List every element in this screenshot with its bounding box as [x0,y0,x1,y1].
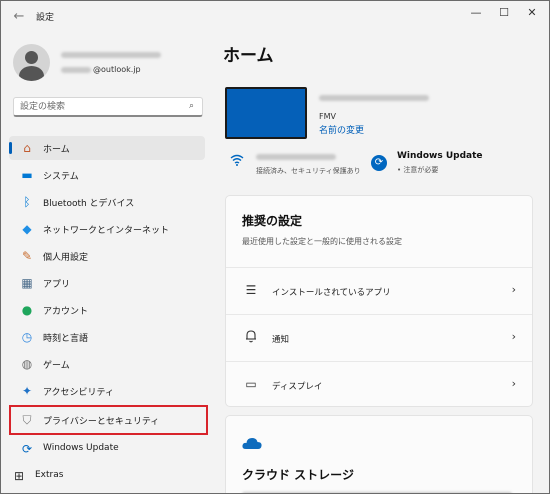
recommended-title: 推奨の設定 [242,214,303,228]
windows-update-title[interactable]: Windows Update [397,151,483,161]
row-installed-apps[interactable]: ☰ インストールされているアプリ › [226,267,532,314]
wifi-icon [230,154,244,169]
sidebar-item-home[interactable]: ⌂ ホーム [9,136,205,160]
back-arrow-icon[interactable]: ← [11,9,27,25]
sidebar-item-label: ゲーム [43,361,70,371]
sidebar-item-label: Bluetooth とデバイス [43,199,135,209]
selection-indicator [9,142,12,154]
account-email: @outlook.jp [93,65,141,74]
cloud-storage-title: クラウド ストレージ [242,468,354,482]
row-notifications[interactable]: 通知 › [226,314,532,361]
chevron-right-icon: › [511,283,516,296]
sidebar-item-windows-update[interactable]: ⟳ Windows Update [9,437,205,461]
network-name-redacted [256,154,336,160]
row-label: 通知 [272,335,290,345]
home-icon: ⌂ [23,141,31,155]
account-name-redacted [61,52,161,58]
chevron-right-icon: › [511,330,516,343]
sidebar-item-label: ホーム [43,145,70,155]
recommended-subtitle: 最近使用した設定と一般的に使用される設定 [242,237,402,246]
sidebar-item-label: ネットワークとインターネット [43,226,170,236]
sidebar-item-system[interactable]: ▬ システム [9,163,205,187]
search-icon[interactable]: ⌕ [189,101,194,111]
highlight-box [9,405,208,435]
gamepad-icon: ◍ [21,357,33,371]
cloud-storage-card: クラウド ストレージ [225,415,533,493]
sidebar-item-extras[interactable]: ⊞ Extras [1,464,197,488]
clock-globe-icon: ◷ [21,330,33,344]
accessibility-icon: ✦ [21,384,33,398]
rename-link[interactable]: 名前の変更 [319,123,364,136]
device-name-redacted [319,95,429,101]
avatar-head-icon [25,51,38,64]
sidebar-item-gaming[interactable]: ◍ ゲーム [9,352,205,376]
display-icon: ▭ [245,377,257,391]
row-label: ディスプレイ [272,382,323,392]
close-button[interactable]: ✕ [519,4,545,22]
settings-window: ← 設定 — ☐ ✕ @outlook.jp ⌕ ⌂ ホーム ▬ システム ᛒ … [0,0,550,494]
avatar[interactable] [13,44,50,81]
sidebar-item-label: アクセシビリティ [43,388,115,398]
bluetooth-icon: ᛒ [23,195,31,209]
sidebar-item-accounts[interactable]: ● アカウント [9,298,205,322]
person-icon: ● [21,303,33,317]
wifi-icon: ◆ [22,222,32,236]
device-model: FMV [319,112,336,121]
recommended-settings-card: 推奨の設定 最近使用した設定と一般的に使用される設定 ☰ インストールされている… [225,195,533,407]
sidebar-item-label: システム [43,172,79,182]
row-display[interactable]: ▭ ディスプレイ › [226,361,532,408]
sidebar-item-accessibility[interactable]: ✦ アクセシビリティ [9,379,205,403]
minimize-button[interactable]: — [463,4,489,22]
search-input[interactable] [20,100,180,114]
apps-icon: ▦ [21,276,33,290]
extras-icon: ⊞ [13,469,25,483]
network-status: 接続済み、セキュリティ保護あり [256,167,361,175]
title-bar: ← 設定 — ☐ ✕ [1,1,549,33]
windows-update-icon: ⟳ [371,155,387,171]
cloud-icon [242,434,262,449]
update-icon: ⟳ [21,442,33,456]
avatar-body-icon [19,66,44,81]
maximize-button[interactable]: ☐ [491,4,517,22]
app-title: 設定 [36,13,55,23]
account-email-redacted [61,67,91,73]
sidebar-item-bluetooth[interactable]: ᛒ Bluetooth とデバイス [9,190,205,214]
sidebar-item-personalization[interactable]: ✎ 個人用設定 [9,244,205,268]
chevron-right-icon: › [511,377,516,390]
sidebar-item-label: 個人用設定 [43,253,89,263]
brush-icon: ✎ [21,249,33,263]
settings-search-box[interactable]: ⌕ [13,97,203,117]
page-title: ホーム [223,46,274,66]
sidebar-item-apps[interactable]: ▦ アプリ [9,271,205,295]
bell-icon [243,329,259,345]
sidebar-item-label: アプリ [43,280,71,290]
sidebar-item-label: Extras [35,470,64,480]
sidebar-item-label: アカウント [43,307,89,317]
windows-update-status: • 注意が必要 [397,166,439,174]
row-label: インストールされているアプリ [272,288,391,298]
monitor-icon: ▬ [21,168,33,182]
sidebar-item-label: Windows Update [43,443,119,453]
list-icon: ☰ [245,283,257,297]
sidebar-item-network[interactable]: ◆ ネットワークとインターネット [9,217,205,241]
device-image [225,87,307,139]
sidebar-item-label: 時刻と言語 [43,334,89,344]
sidebar-item-time-language[interactable]: ◷ 時刻と言語 [9,325,205,349]
